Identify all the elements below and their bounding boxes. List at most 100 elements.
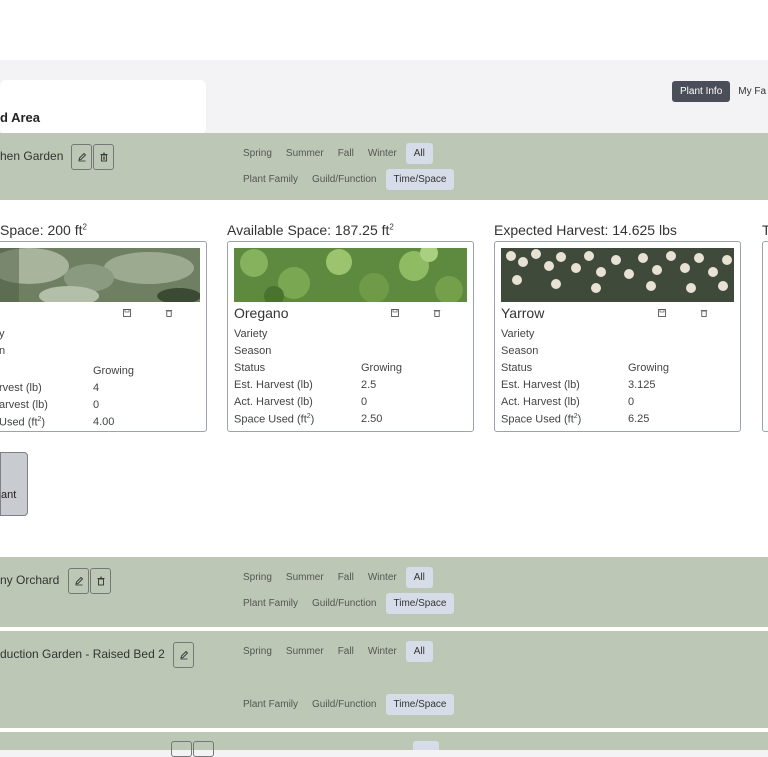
bed-header-4 xyxy=(0,732,768,750)
plant-image-sage xyxy=(0,248,200,302)
trash-icon xyxy=(100,152,107,162)
est-harvest-label: Est. Harvest (lb) xyxy=(501,379,580,391)
area-title: d Area xyxy=(0,110,40,125)
mode-filter: Plant Family Guild/Function Time/Space xyxy=(238,169,455,190)
pencil-icon xyxy=(179,650,188,660)
season-spring[interactable]: Spring xyxy=(238,567,277,588)
mode-guild-function[interactable]: Guild/Function xyxy=(307,593,381,614)
mode-plant-family[interactable]: Plant Family xyxy=(238,169,303,190)
delete-bed-button[interactable] xyxy=(90,568,111,594)
mode-plant-family[interactable]: Plant Family xyxy=(238,694,303,715)
next-heading: T xyxy=(762,222,768,238)
act-harvest-value: 0 xyxy=(361,396,368,408)
est-harvest-value: 3.125 xyxy=(628,379,656,391)
tab-my-farm[interactable]: My Fa xyxy=(730,81,768,102)
season-fall[interactable]: Fall xyxy=(333,567,359,588)
top-bar xyxy=(0,0,768,60)
bed-title-3: duction Garden - Raised Bed 2 xyxy=(0,647,165,661)
save-icon[interactable] xyxy=(658,309,666,317)
season-filter: Spring Summer Fall Winter All xyxy=(238,641,433,662)
season-all[interactable]: All xyxy=(405,143,433,164)
expected-harvest-heading: Expected Harvest: 14.625 lbs xyxy=(494,222,677,238)
plant-card: Oregano Variety Season Status Est. Harve… xyxy=(227,241,474,432)
season-all[interactable]: All xyxy=(405,567,433,588)
status-value: Growing xyxy=(361,362,402,374)
act-harvest-label: Act. Harvest (lb) xyxy=(501,396,580,408)
status-value: Growing xyxy=(628,362,669,374)
season-filter: Spring Summer Fall Winter All xyxy=(238,567,433,588)
area-header-card xyxy=(0,80,206,134)
edit-bed-button[interactable] xyxy=(71,144,92,170)
season-summer[interactable]: Summer xyxy=(281,641,329,662)
mode-guild-function[interactable]: Guild/Function xyxy=(307,694,381,715)
bed-title-1: hen Garden xyxy=(0,149,64,163)
plant-image-yarrow xyxy=(501,248,734,302)
edit-bed-button[interactable] xyxy=(171,741,192,757)
mode-guild-function[interactable]: Guild/Function xyxy=(307,169,381,190)
total-space-heading: Space: 200 ft2 xyxy=(0,222,87,238)
mode-time-space[interactable]: Time/Space xyxy=(385,694,455,715)
space-used-value: 2.50 xyxy=(361,413,383,425)
pencil-icon xyxy=(74,576,83,586)
variety-label: y xyxy=(0,328,5,340)
season-summer[interactable]: Summer xyxy=(281,143,329,164)
mode-filter: Plant Family Guild/Function Time/Space xyxy=(238,694,455,715)
season-winter[interactable]: Winter xyxy=(363,143,402,164)
season-winter[interactable]: Winter xyxy=(363,567,402,588)
trash-icon[interactable] xyxy=(700,309,708,317)
season-label: Season xyxy=(501,345,539,357)
season-label: Season xyxy=(234,345,272,357)
variety-label: Variety xyxy=(501,328,535,340)
tab-plant-info[interactable]: Plant Info xyxy=(672,81,731,102)
trash-icon[interactable] xyxy=(433,309,441,317)
mode-time-space[interactable]: Time/Space xyxy=(385,593,455,614)
space-used-label: Space Used (ft2) xyxy=(501,413,582,426)
plant-card: Yarrow Variety Season Status Est. Harves… xyxy=(494,241,741,432)
season-fall[interactable]: Fall xyxy=(333,143,359,164)
plant-image-oregano xyxy=(234,248,467,302)
trash-icon[interactable] xyxy=(165,309,173,317)
save-icon[interactable] xyxy=(123,309,131,317)
variety-label: Variety xyxy=(234,328,268,340)
season-all[interactable]: All xyxy=(405,641,433,662)
act-harvest-value: 0 xyxy=(628,396,635,408)
est-harvest-value: 4 xyxy=(93,382,100,394)
mode-plant-family[interactable]: Plant Family xyxy=(238,593,303,614)
delete-bed-button[interactable] xyxy=(93,144,114,170)
act-harvest-value: 0 xyxy=(93,399,100,411)
edit-bed-button[interactable] xyxy=(68,568,89,594)
available-space-heading: Available Space: 187.25 ft2 xyxy=(227,222,394,238)
status-label: Status xyxy=(234,362,266,374)
mode-time-space[interactable]: Time/Space xyxy=(385,169,455,190)
space-used-value: 4.00 xyxy=(93,416,115,428)
season-fall[interactable]: Fall xyxy=(333,641,359,662)
plant-name: Yarrow xyxy=(501,305,545,321)
plant-card xyxy=(762,241,768,432)
season-filter: Spring Summer Fall Winter All xyxy=(238,143,433,164)
season-summer[interactable]: Summer xyxy=(281,567,329,588)
space-used-value: 6.25 xyxy=(628,413,650,425)
season-all[interactable] xyxy=(413,741,439,750)
pencil-icon xyxy=(77,152,86,162)
season-spring[interactable]: Spring xyxy=(238,641,277,662)
season-spring[interactable]: Spring xyxy=(238,143,277,164)
save-icon[interactable] xyxy=(391,309,399,317)
add-plant-button[interactable]: ant xyxy=(0,452,28,516)
est-harvest-value: 2.5 xyxy=(361,379,377,391)
status-value: Growing xyxy=(93,365,134,377)
plant-card: y n rvest (lb) arvest (lb) Used (ft2) Gr… xyxy=(0,241,207,432)
mode-filter: Plant Family Guild/Function Time/Space xyxy=(238,593,455,614)
act-harvest-label: arvest (lb) xyxy=(0,399,48,411)
bed-title-2: ny Orchard xyxy=(0,573,60,587)
season-label: n xyxy=(0,345,6,357)
view-tabs: Plant Info My Fa xyxy=(672,81,768,102)
add-plant-label: ant xyxy=(1,489,17,501)
est-harvest-label: Est. Harvest (lb) xyxy=(234,379,313,391)
est-harvest-label: rvest (lb) xyxy=(0,382,42,394)
trash-icon xyxy=(97,576,104,586)
delete-bed-button[interactable] xyxy=(193,741,214,757)
edit-bed-button[interactable] xyxy=(173,642,194,668)
season-winter[interactable]: Winter xyxy=(363,641,402,662)
act-harvest-label: Act. Harvest (lb) xyxy=(234,396,313,408)
status-label: Status xyxy=(501,362,533,374)
